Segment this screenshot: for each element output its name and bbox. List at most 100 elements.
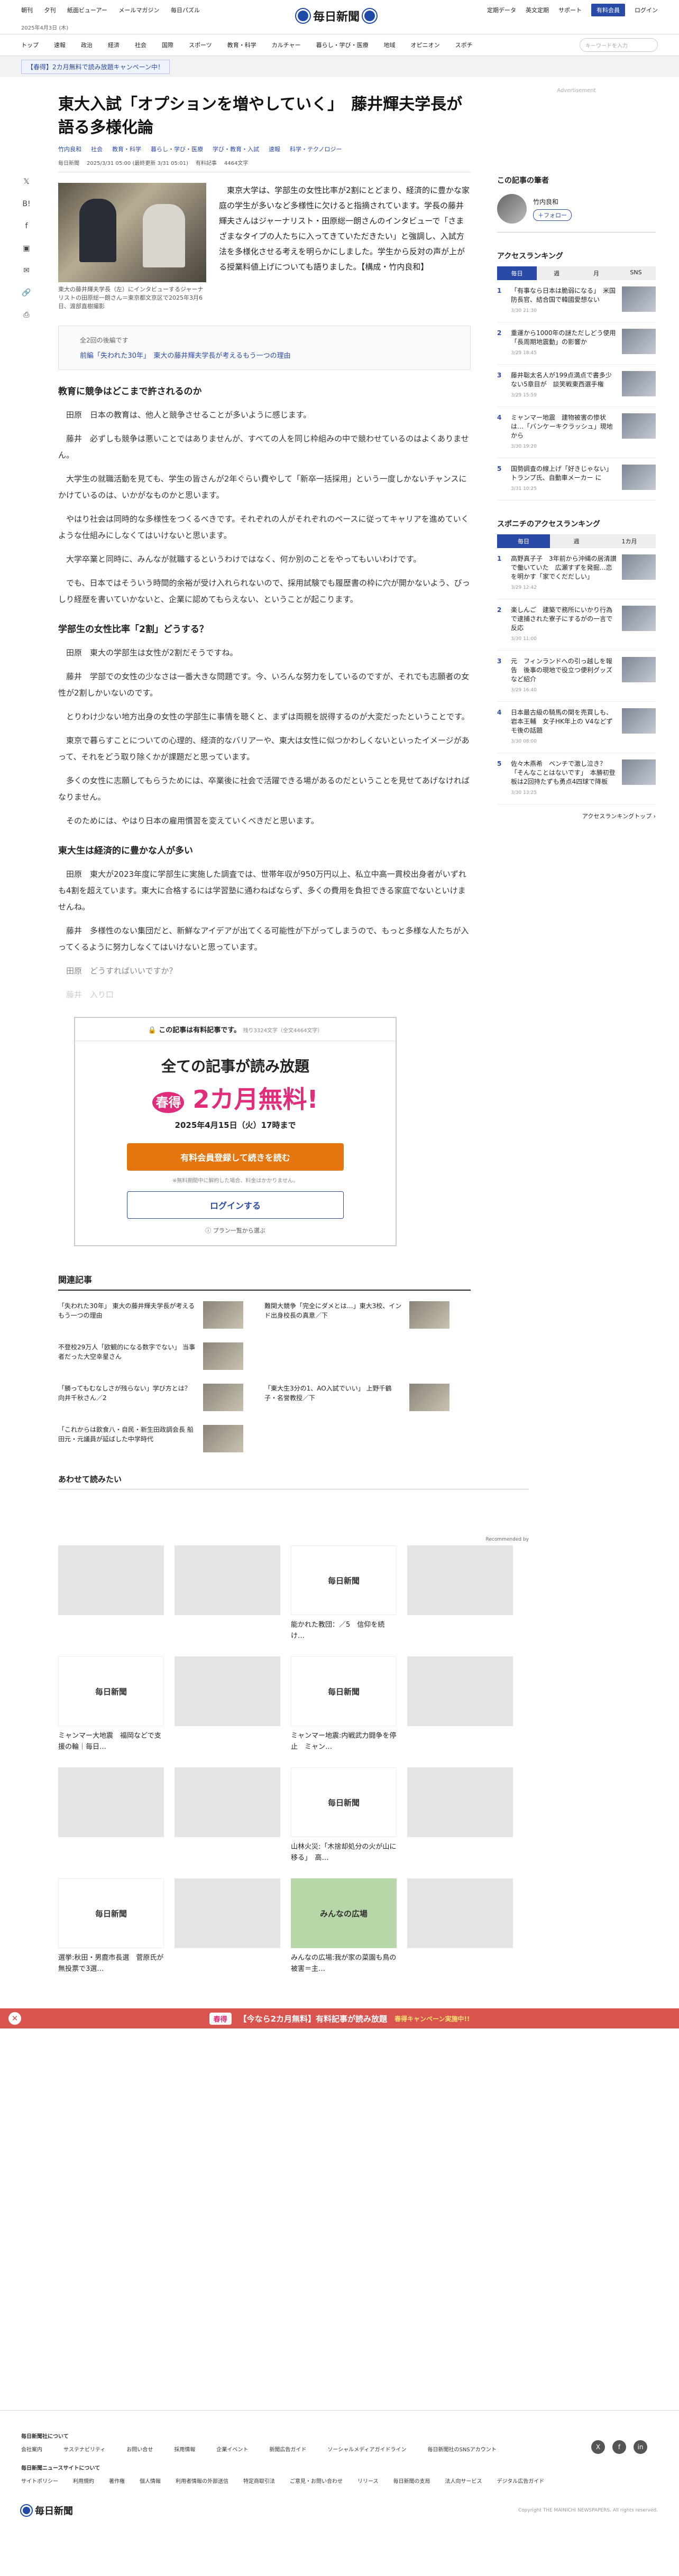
article-photo[interactable] (58, 183, 206, 282)
footer-link[interactable]: 採用情報 (174, 2445, 195, 2453)
footer-link[interactable]: 特定商取引法 (243, 2477, 275, 2485)
nav-sponichi[interactable]: スポチ (455, 41, 473, 49)
ranking-item[interactable]: 3 藤井聡太名人が199点満点で書多少ない5章目が 談笑戦東西選手権 3/29 15… (497, 365, 656, 407)
close-icon[interactable]: ✕ (8, 2012, 21, 2025)
nav-top[interactable]: トップ (21, 41, 39, 49)
tab-daily[interactable]: 毎日 (497, 266, 537, 280)
x-icon[interactable]: 𝕏 (21, 178, 32, 188)
nav-politics[interactable]: 政治 (81, 41, 93, 49)
footer-logo[interactable]: 毎日新聞 (21, 2504, 73, 2517)
recommend-card[interactable] (407, 1656, 513, 1753)
nav-local[interactable]: 地域 (384, 41, 396, 49)
footer-link[interactable]: 利用者情報の外部送信 (176, 2477, 228, 2485)
footer-link[interactable]: お問い合せ (126, 2445, 153, 2453)
footer-link[interactable]: 会社案内 (21, 2445, 42, 2453)
footer-link[interactable]: ソーシャルメディアガイドライン (327, 2445, 406, 2453)
recommend-card[interactable]: 毎日新聞 能かれた教団：／5 信仰を続け… (291, 1545, 397, 1642)
recommend-card[interactable]: 毎日新聞 ミャンマー大地震 福岡などで支援の輪｜毎日… (58, 1656, 164, 1753)
author-name[interactable]: 竹内良和 (533, 197, 572, 206)
ranking-item[interactable]: 1 高野真子子 3年前から沖縄の居清讃で働いていた 広瀬すずを発掘…恋を明かす「家… (497, 548, 656, 599)
footer-link[interactable]: 企業イベント (216, 2445, 248, 2453)
recommend-card[interactable] (407, 1878, 513, 1975)
subscribe-cta-button[interactable]: 有料会員登録して続きを読む (127, 1143, 344, 1171)
tab-weekly[interactable]: 週 (550, 534, 603, 548)
footer-link[interactable]: サイトポリシー (21, 2477, 58, 2485)
nav-science[interactable]: 教育・科学 (227, 41, 256, 49)
link-morning[interactable]: 朝刊 (21, 6, 33, 14)
related-item[interactable]: 「勝ってもむなしさが残らない」学び方とは？ 向井千秋さん／2 (58, 1384, 243, 1411)
bookmark-icon[interactable]: ▣ (21, 244, 32, 255)
link-data[interactable]: 定期データ (487, 6, 516, 14)
login-link[interactable]: ログイン (635, 6, 658, 14)
footer-link[interactable]: 毎日新聞社のSNSアカウント (428, 2445, 497, 2453)
tag[interactable]: 教育・科学 (112, 145, 141, 153)
recommend-card[interactable] (175, 1545, 280, 1642)
link-evening[interactable]: 夕刊 (44, 6, 56, 14)
tab-sns[interactable]: SNS (616, 266, 656, 280)
nav-society[interactable]: 社会 (135, 41, 146, 49)
ranking-item[interactable]: 4 日本最古級の騎馬の関を売買しも、岩本王輔 女子HK年上の V4などずモ後の話題… (497, 702, 656, 753)
recommend-card[interactable] (175, 1767, 280, 1864)
ranking-item[interactable]: 1 「有事なら日本は脆弱になる」 米国防長官、結合国で韓國愛想ない 3/30 21:… (497, 280, 656, 322)
linkedin-icon[interactable]: in (634, 2440, 647, 2454)
nav-news[interactable]: 速報 (54, 41, 66, 49)
ranking-item[interactable]: 2 楽しんご 建築で務所にいかり行為で逮捕された寮子にするがの一言で反応 3/30 … (497, 599, 656, 651)
footer-link[interactable]: デジタル広告ガイド (497, 2477, 545, 2485)
nav-world[interactable]: 国際 (162, 41, 173, 49)
recommend-card[interactable] (58, 1767, 164, 1864)
footer-link[interactable]: 利用規約 (73, 2477, 94, 2485)
ranking-item[interactable]: 4 ミャンマー地震 建物被害の惨状は…「バンケーキクラッシュ」現地から 3/30 1… (497, 407, 656, 458)
facebook-icon[interactable]: f (21, 222, 32, 233)
print-icon[interactable]: ⎙ (21, 311, 32, 321)
facebook-icon[interactable]: f (612, 2440, 626, 2454)
tab-monthly[interactable]: 1カ月 (603, 534, 656, 548)
recommend-card[interactable] (58, 1545, 164, 1642)
related-item[interactable]: 「東大生3分の1、AO入試でいい」 上野千鶴子・名誉教授／下 (264, 1384, 449, 1411)
hatena-icon[interactable]: B! (21, 200, 32, 210)
recommend-card[interactable] (407, 1767, 513, 1864)
tag[interactable]: 暮らし・学び・医療 (151, 145, 203, 153)
link-english[interactable]: 英文定期 (526, 6, 549, 14)
recommend-card[interactable]: 毎日新聞 ミャンマー地震:内戦武力闘争を停止 ミャン… (291, 1656, 397, 1753)
nav-life[interactable]: 暮らし・学び・医療 (316, 41, 369, 49)
footer-link[interactable]: 著作権 (109, 2477, 125, 2485)
recommend-card[interactable] (175, 1878, 280, 1975)
tag[interactable]: 速報 (269, 145, 280, 153)
footer-link[interactable]: リリース (357, 2477, 379, 2485)
footer-link[interactable]: 新聞広告ガイド (269, 2445, 306, 2453)
ranking-more-link[interactable]: アクセスランキングトップ › (497, 812, 656, 820)
footer-link[interactable]: ご意見・お問い合わせ (290, 2477, 343, 2485)
nav-sports[interactable]: スポーツ (189, 41, 212, 49)
recommend-card[interactable]: 毎日新聞 山林火災:「木捨却処分の火が山に移る」 高… (291, 1767, 397, 1864)
ranking-item[interactable]: 5 国勢調査の線上げ「好きじゃない」トランプ氏、自動車メーカー に 3/31 10:… (497, 458, 656, 501)
link-support[interactable]: サポート (558, 6, 582, 14)
recommend-card[interactable]: 毎日新聞 選挙:秋田・男鹿市長選 菅原氏が無投票で3選… (58, 1878, 164, 1975)
site-logo[interactable]: 毎日新聞 (296, 7, 377, 24)
tab-weekly[interactable]: 週 (537, 266, 576, 280)
avatar[interactable] (497, 194, 527, 224)
mail-icon[interactable]: ✉ (21, 266, 32, 277)
related-item[interactable]: 「失われた30年」 東大の藤井輝夫学長が考えるもう一つの理由 (58, 1301, 243, 1329)
nav-culture[interactable]: カルチャー (272, 41, 301, 49)
related-item[interactable]: 難関大競争「完全にダメとは…」東大3校、インド出身校長の真意／下 (264, 1301, 449, 1329)
recommend-card[interactable] (407, 1545, 513, 1642)
recommend-card[interactable]: みんなの広場 みんなの広場:我が家の菜園も鳥の被害＝主… (291, 1878, 397, 1975)
link-icon[interactable]: 🔗 (21, 289, 32, 299)
x-icon[interactable]: X (591, 2440, 605, 2454)
link-puzzle[interactable]: 毎日パズル (171, 6, 200, 14)
series-link[interactable]: 前編「失われた30年」 東大の藤井輝夫学長が考えるもう一つの理由 (80, 350, 449, 360)
tag[interactable]: 社会 (91, 145, 103, 153)
related-item[interactable]: 不登校29万人「欧観的になる数字でない」 当事者だった大空幸星さん (58, 1342, 243, 1370)
search-input[interactable]: キーワードを入力 (580, 38, 658, 52)
footer-link[interactable]: 個人情報 (140, 2477, 161, 2485)
related-item[interactable]: 「これからは飲食八・自民・新生田政調会長 船田元・元議員が延ばした中学時代 (58, 1425, 243, 1452)
link-viewer[interactable]: 紙面ビューアー (67, 6, 107, 14)
footer-link[interactable]: 毎日新聞の支局 (393, 2477, 430, 2485)
nav-economy[interactable]: 経済 (108, 41, 120, 49)
nav-opinion[interactable]: オピニオン (411, 41, 440, 49)
plan-link[interactable]: ⓘ プラン一覧から選ぶ (75, 1226, 396, 1235)
follow-button[interactable]: ＋フォロー (533, 209, 572, 221)
ranking-item[interactable]: 5 佐々木燕希 ベンチで激し泣き？「そんなことはないです」 本勝初登板は2回持たず… (497, 753, 656, 804)
footer-link[interactable]: サステナビリティ (63, 2445, 105, 2453)
footer-link[interactable]: 法人向サービス (445, 2477, 482, 2485)
